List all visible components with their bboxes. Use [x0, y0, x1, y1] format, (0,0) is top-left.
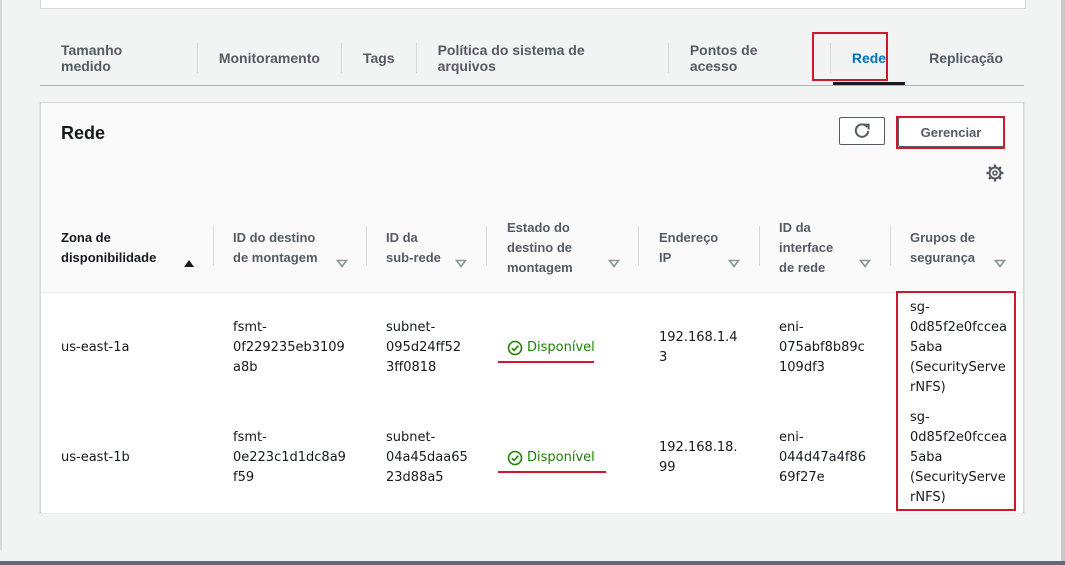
tab-label: Rede	[851, 49, 887, 66]
column-label: Grupos de segurança	[910, 229, 976, 265]
tab-label: Pontos de acesso	[689, 41, 758, 74]
panel-title: Rede	[61, 123, 106, 143]
sort-icon	[454, 259, 468, 268]
sort-ascending-icon	[184, 260, 194, 267]
status-badge: Disponível	[507, 448, 595, 468]
tab-tamanho-medido[interactable]: Tamanho medido	[40, 30, 197, 85]
sort-icon	[993, 259, 1007, 268]
tab-label: Tags	[362, 49, 395, 66]
tab-replicacao[interactable]: Replicação	[908, 30, 1024, 85]
sort-icon	[727, 259, 741, 268]
sort-icon	[607, 259, 621, 268]
col-eni[interactable]: ID da interface de rede	[779, 203, 872, 292]
eni-cell: eni- 075abf8b89c 109df3	[779, 293, 865, 403]
tab-label: Tamanho medido	[61, 41, 123, 74]
gear-icon[interactable]	[985, 163, 1005, 183]
col-subnet-id[interactable]: ID da sub-rede	[386, 203, 468, 292]
tab-label: Política do sistema de arquivos	[437, 41, 585, 74]
tab-bar: Tamanho medido Monitoramento Tags Políti…	[40, 30, 1024, 86]
sort-icon	[335, 259, 349, 268]
state-cell: Disponível	[507, 293, 595, 403]
tab-politica[interactable]: Política do sistema de arquivos	[417, 30, 668, 85]
column-divider	[890, 226, 891, 266]
security-group-cell: sg- 0d85f2e0fccea 5aba (SecurityServe rN…	[910, 293, 1007, 403]
tab-label: Replicação	[929, 49, 1004, 66]
column-divider	[213, 226, 214, 266]
column-label: Estado do destino de montagem	[507, 219, 573, 275]
column-divider	[486, 226, 487, 266]
tab-tags[interactable]: Tags	[342, 30, 416, 85]
security-group-cell: sg- 0d85f2e0fccea 5aba (SecurityServe rN…	[910, 403, 1007, 513]
column-label: Zona de disponibilidade	[61, 229, 157, 265]
subnet-id: subnet- 04a45daa65 23d88a5	[386, 430, 468, 485]
eni-cell: eni- 044d47a4f86 69f27e	[779, 403, 866, 513]
column-label: ID do destino de montagem	[233, 229, 318, 265]
tab-pontos-de-acesso[interactable]: Pontos de acesso	[669, 30, 830, 85]
check-circle-icon	[507, 450, 523, 466]
mount-target-id: fsmt- 0f229235eb3109 a8b	[233, 320, 345, 375]
eni-id: eni- 075abf8b89c 109df3	[779, 320, 865, 375]
ip-address: 192.168.1.4 3	[659, 330, 738, 365]
left-border	[0, 0, 2, 550]
tab-label: Monitoramento	[218, 49, 320, 66]
status-underline	[498, 361, 594, 363]
column-label: ID da sub-rede	[386, 229, 441, 265]
col-ip[interactable]: Endereço IP	[659, 203, 741, 292]
column-divider	[366, 226, 367, 266]
subnet-id: subnet- 095d24ff52 3ff0818	[386, 320, 462, 375]
subnet-cell: subnet- 095d24ff52 3ff0818	[386, 293, 461, 403]
tab-rede[interactable]: Rede	[831, 30, 907, 85]
ip-cell: 192.168.1.4 3	[659, 293, 738, 403]
refresh-button[interactable]	[839, 117, 885, 145]
status-underline	[498, 471, 606, 473]
col-state[interactable]: Estado do destino de montagem	[507, 203, 621, 292]
status-badge: Disponível	[507, 338, 595, 358]
column-divider	[759, 226, 760, 266]
network-panel: Rede Gerenciar Zona de disponibilidade I…	[40, 102, 1024, 514]
manage-button[interactable]: Gerenciar	[898, 117, 1004, 147]
col-zone[interactable]: Zona de disponibilidade	[61, 203, 196, 292]
security-group-link[interactable]: sg- 0d85f2e0fccea 5aba (SecurityServe rN…	[910, 298, 1007, 398]
previous-panel-edge	[40, 0, 1026, 9]
column-divider	[638, 226, 639, 266]
mount-target-cell: fsmt- 0f229235eb3109 a8b	[233, 293, 345, 403]
ip-address: 192.168.18. 99	[659, 440, 738, 475]
refresh-icon	[854, 123, 870, 138]
ip-cell: 192.168.18. 99	[659, 403, 738, 513]
check-circle-icon	[507, 340, 523, 356]
status-label: Disponível	[527, 340, 595, 355]
column-label: Endereço IP	[659, 229, 719, 265]
table-header: Zona de disponibilidade ID do destino de…	[41, 203, 1023, 293]
col-security-groups[interactable]: Grupos de segurança	[910, 203, 1007, 292]
state-cell: Disponível	[507, 403, 595, 513]
bottom-border	[0, 561, 1065, 565]
zone-cell: us-east-1b	[61, 450, 130, 465]
subnet-cell: subnet- 04a45daa65 23d88a5	[386, 403, 468, 513]
col-mount-target-id[interactable]: ID do destino de montagem	[233, 203, 349, 292]
mount-target-cell: fsmt- 0e223c1d1dc8a9 f59	[233, 403, 346, 513]
column-label: ID da interface de rede	[779, 219, 834, 275]
sort-icon	[858, 259, 872, 268]
status-label: Disponível	[527, 450, 595, 465]
tab-monitoramento[interactable]: Monitoramento	[198, 30, 341, 85]
zone-cell: us-east-1a	[61, 340, 130, 355]
table-row: us-east-1a fsmt- 0f229235eb3109 a8b subn…	[41, 293, 1023, 404]
eni-id: eni- 044d47a4f86 69f27e	[779, 430, 866, 485]
mount-target-id: fsmt- 0e223c1d1dc8a9 f59	[233, 430, 346, 485]
right-scroll-edge	[1061, 0, 1065, 565]
panel-header: Rede Gerenciar	[41, 103, 1023, 204]
table-row: us-east-1b fsmt- 0e223c1d1dc8a9 f59 subn…	[41, 403, 1023, 514]
security-group-link[interactable]: sg- 0d85f2e0fccea 5aba (SecurityServe rN…	[910, 408, 1007, 508]
